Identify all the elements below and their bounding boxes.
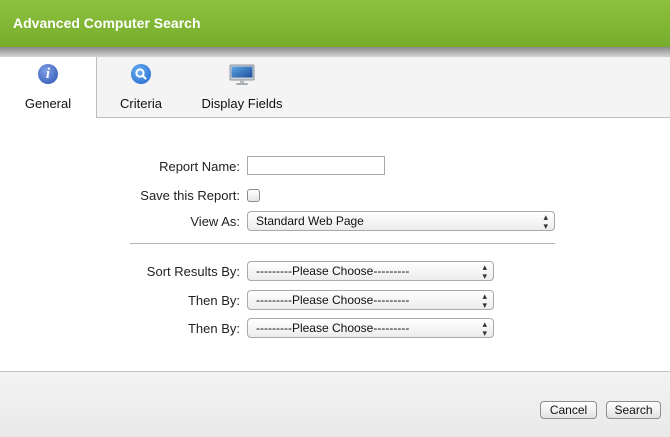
report-name-input[interactable] [247,156,385,175]
then-by-select-2[interactable]: ---------Please Choose--------- ▴ ▾ [247,318,494,338]
section-divider [130,243,555,244]
search-button[interactable]: Search [606,401,661,419]
then-by-row-2: Then By: ---------Please Choose---------… [0,318,670,340]
select-arrows-icon: ▴ ▾ [482,262,487,281]
search-icon [131,64,151,84]
view-as-row: View As: Standard Web Page ▴ ▾ [0,211,670,233]
then-by-row-1: Then By: ---------Please Choose---------… [0,290,670,312]
monitor-icon [229,64,255,89]
save-report-label: Save this Report: [140,188,240,203]
then-by-label-1: Then By: [187,293,240,308]
sort-results-label: Sort Results By: [146,264,240,279]
then-by-select-1[interactable]: ---------Please Choose--------- ▴ ▾ [247,290,494,310]
tab-display-fields[interactable]: Display Fields [187,57,297,117]
page-title: Advanced Computer Search [13,15,201,31]
then-by-label-2: Then By: [187,321,240,336]
tab-criteria[interactable]: Criteria [97,57,185,117]
report-name-row: Report Name: [0,156,670,178]
footer-bar: Cancel Search [0,371,670,437]
cancel-button[interactable]: Cancel [540,401,597,419]
select-arrows-icon: ▴ ▾ [482,291,487,310]
tab-criteria-label: Criteria [120,96,162,111]
sort-results-value: ---------Please Choose--------- [256,264,410,278]
tab-general-label: General [24,96,72,111]
sort-results-row: Sort Results By: ---------Please Choose-… [0,261,670,283]
header-bar: Advanced Computer Search [0,0,670,47]
select-arrows-icon: ▴ ▾ [543,212,548,231]
tab-display-fields-label: Display Fields [201,96,283,111]
select-arrows-icon: ▴ ▾ [482,319,487,338]
save-report-row: Save this Report: [0,185,670,207]
save-report-checkbox[interactable] [247,189,260,202]
tab-bar: i General Criteria Display Fields [0,57,670,118]
view-as-label: View As: [190,214,240,229]
then-by-value-1: ---------Please Choose--------- [256,293,410,307]
header-shadow [0,47,670,57]
tab-general[interactable]: i General [0,57,97,118]
sort-results-select[interactable]: ---------Please Choose--------- ▴ ▾ [247,261,494,281]
then-by-value-2: ---------Please Choose--------- [256,321,410,335]
report-name-label: Report Name: [159,159,240,174]
view-as-select[interactable]: Standard Web Page ▴ ▾ [247,211,555,231]
view-as-value: Standard Web Page [256,214,364,228]
info-icon: i [38,64,58,84]
